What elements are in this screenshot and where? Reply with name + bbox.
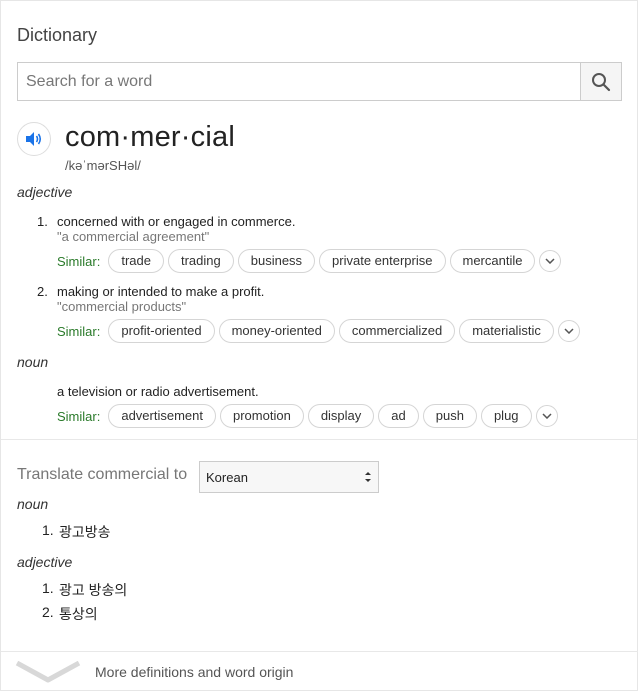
translation-number: 1. bbox=[42, 580, 54, 596]
definition-text: concerned with or engaged in commerce. bbox=[57, 214, 296, 229]
expand-similar-button[interactable] bbox=[535, 405, 558, 427]
dictionary-card: Dictionary com·mer·cial /kəˈmərSHəl/ adj… bbox=[0, 0, 638, 691]
expand-similar-button[interactable] bbox=[539, 250, 562, 272]
translate-label: Translate commercial to bbox=[17, 466, 188, 483]
similar-row: Similar: trade trading business private … bbox=[57, 249, 562, 273]
headword: com·mer·cial bbox=[65, 121, 235, 153]
section-divider bbox=[1, 439, 638, 440]
similar-chip[interactable]: promotion bbox=[220, 404, 304, 428]
translation-number: 2. bbox=[42, 604, 54, 620]
pos-noun: noun bbox=[17, 354, 49, 370]
pronunciation: /kəˈmərSHəl/ bbox=[65, 158, 141, 173]
card-title: Dictionary bbox=[17, 25, 98, 45]
translation-text: 통상의 bbox=[59, 606, 98, 622]
speaker-icon bbox=[26, 132, 42, 146]
def-number: 2. bbox=[37, 284, 48, 299]
select-arrows-icon bbox=[365, 472, 371, 482]
translate-pos-adjective: adjective bbox=[17, 554, 73, 570]
footer-divider bbox=[1, 651, 638, 652]
search-input[interactable] bbox=[18, 63, 580, 100]
similar-chip[interactable]: plug bbox=[480, 404, 532, 428]
similar-chip[interactable]: money-oriented bbox=[218, 319, 335, 343]
similar-chip[interactable]: ad bbox=[378, 404, 419, 428]
translation-text: 광고방송 bbox=[59, 524, 111, 540]
search-button[interactable] bbox=[580, 63, 621, 100]
similar-chip[interactable]: business bbox=[237, 249, 316, 273]
translation-number: 1. bbox=[42, 522, 54, 538]
expand-similar-button[interactable] bbox=[557, 320, 580, 342]
definition-text: a television or radio advertisement. bbox=[57, 384, 259, 399]
similar-chip[interactable]: private enterprise bbox=[319, 249, 446, 273]
chevron-down-icon bbox=[545, 258, 555, 264]
similar-label: Similar: bbox=[57, 253, 101, 269]
similar-chip[interactable]: trading bbox=[167, 249, 234, 273]
similar-row: Similar: profit-oriented money-oriented … bbox=[57, 319, 580, 343]
similar-chip[interactable]: profit-oriented bbox=[108, 319, 215, 343]
translation-text: 광고 방송의 bbox=[59, 582, 128, 598]
language-select[interactable]: Korean bbox=[199, 461, 379, 493]
chevron-down-icon[interactable] bbox=[15, 661, 81, 683]
translate-pos-noun: noun bbox=[17, 496, 49, 512]
more-definitions-link[interactable]: More definitions and word origin bbox=[95, 664, 293, 680]
similar-label: Similar: bbox=[57, 323, 101, 339]
selected-language: Korean bbox=[206, 469, 248, 485]
similar-chip[interactable]: mercantile bbox=[449, 249, 536, 273]
search-icon bbox=[592, 72, 611, 91]
similar-chip[interactable]: materialistic bbox=[459, 319, 554, 343]
similar-chip[interactable]: commercialized bbox=[338, 319, 456, 343]
pos-adjective: adjective bbox=[17, 184, 73, 200]
chevron-down-icon bbox=[564, 328, 574, 334]
definition-text: making or intended to make a profit. bbox=[57, 284, 265, 299]
similar-chip[interactable]: advertisement bbox=[108, 404, 216, 428]
similar-chip[interactable]: display bbox=[307, 404, 375, 428]
pronounce-button[interactable] bbox=[17, 122, 51, 156]
similar-label: Similar: bbox=[57, 408, 101, 424]
example-text: "commercial products" bbox=[57, 299, 187, 314]
similar-row: Similar: advertisement promotion display… bbox=[57, 404, 558, 428]
def-number: 1. bbox=[37, 214, 48, 229]
chevron-down-icon bbox=[542, 413, 552, 419]
example-text: "a commercial agreement" bbox=[57, 229, 210, 244]
search-box bbox=[17, 62, 622, 101]
similar-chip[interactable]: trade bbox=[108, 249, 164, 273]
similar-chip[interactable]: push bbox=[422, 404, 477, 428]
